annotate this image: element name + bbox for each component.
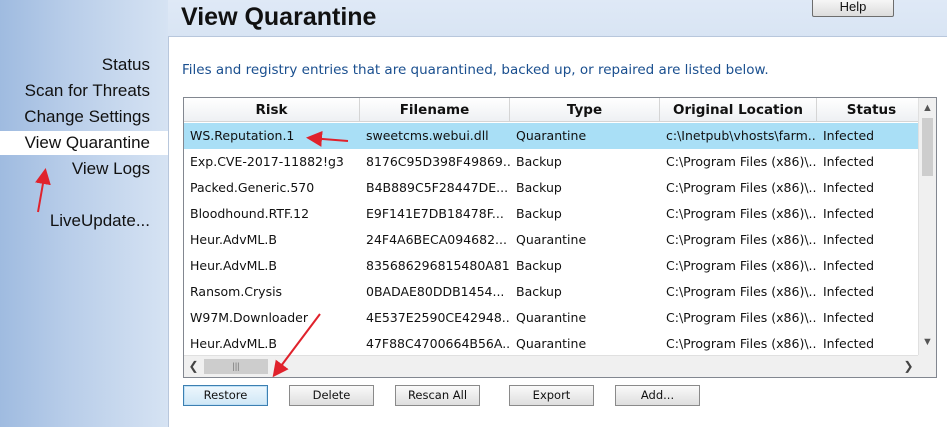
cell-type: Quarantine bbox=[516, 128, 587, 143]
cell-filename: 0BADAE80DDB1454... bbox=[366, 284, 505, 299]
cell-original-location: C:\Program Files (x86)\... bbox=[666, 258, 817, 273]
chevron-left-icon[interactable]: ❮ bbox=[185, 356, 202, 377]
cell-risk: Heur.AdvML.B bbox=[190, 258, 277, 273]
chevron-down-icon[interactable]: ▼ bbox=[919, 334, 936, 351]
quarantine-panel: Files and registry entries that are quar… bbox=[168, 36, 947, 427]
chevron-right-icon[interactable]: ❯ bbox=[900, 356, 917, 377]
cell-type: Backup bbox=[516, 258, 562, 273]
sidebar-item-change-settings[interactable]: Change Settings bbox=[24, 107, 150, 127]
cell-type: Backup bbox=[516, 284, 562, 299]
table-header: Risk Filename Type Original Location Sta… bbox=[184, 98, 927, 122]
page-title: View Quarantine bbox=[181, 3, 377, 31]
cell-original-location: C:\Program Files (x86)\... bbox=[666, 206, 817, 221]
help-button[interactable]: Help bbox=[812, 0, 894, 17]
sidebar-item-view-quarantine[interactable]: View Quarantine bbox=[0, 131, 168, 155]
cell-original-location: c:\Inetpub\vhosts\farm... bbox=[666, 128, 817, 143]
cell-risk: Exp.CVE-2017-11882!g3 bbox=[190, 154, 344, 169]
cell-type: Quarantine bbox=[516, 232, 587, 247]
cell-filename: B4B889C5F28447DE... bbox=[366, 180, 509, 195]
table-row[interactable]: WS.Reputation.1 sweetcms.webui.dll Quarant… bbox=[184, 123, 919, 149]
table-row[interactable]: Exp.CVE-2017-11882!g3 8176C95D398F49869..… bbox=[184, 149, 919, 175]
norton-app-window: Status Scan for Threats Change Settings … bbox=[0, 0, 947, 427]
cell-risk: Ransom.Crysis bbox=[190, 284, 283, 299]
quarantine-description: Files and registry entries that are quar… bbox=[182, 62, 769, 78]
cell-status: Infected bbox=[823, 128, 875, 143]
rescan-all-button[interactable]: Rescan All bbox=[395, 385, 480, 406]
cell-original-location: C:\Program Files (x86)\... bbox=[666, 154, 817, 169]
table-row[interactable]: Packed.Generic.570 B4B889C5F28447DE... Bac… bbox=[184, 175, 919, 201]
table-row[interactable]: Bloodhound.RTF.12 E9F141E7DB18478F... Back… bbox=[184, 201, 919, 227]
cell-status: Infected bbox=[823, 232, 875, 247]
cell-type: Backup bbox=[516, 206, 562, 221]
cell-risk: W97M.Downloader bbox=[190, 310, 308, 325]
cell-filename: 835686296815480A81... bbox=[366, 258, 510, 273]
cell-status: Infected bbox=[823, 310, 875, 325]
export-button[interactable]: Export bbox=[509, 385, 594, 406]
cell-status: Infected bbox=[823, 258, 875, 273]
sidebar-item-view-logs[interactable]: View Logs bbox=[72, 159, 150, 179]
cell-filename: sweetcms.webui.dll bbox=[366, 128, 489, 143]
cell-risk: WS.Reputation.1 bbox=[190, 128, 295, 143]
cell-status: Infected bbox=[823, 206, 875, 221]
cell-filename: 4E537E2590CE42948... bbox=[366, 310, 510, 325]
cell-status: Infected bbox=[823, 154, 875, 169]
table-row[interactable]: Heur.AdvML.B 24F4A6BECA094682... Quarantin… bbox=[184, 227, 919, 253]
cell-status: Infected bbox=[823, 284, 875, 299]
cell-status: Infected bbox=[823, 180, 875, 195]
cell-filename: 47F88C4700664B56A... bbox=[366, 336, 510, 351]
table-row[interactable]: Heur.AdvML.B 835686296815480A81... Backup C… bbox=[184, 253, 919, 279]
scrollbar-corner bbox=[918, 355, 936, 377]
cell-original-location: C:\Program Files (x86)\... bbox=[666, 310, 817, 325]
table-row[interactable]: W97M.Downloader 4E537E2590CE42948... Quara… bbox=[184, 305, 919, 331]
column-header-type[interactable]: Type bbox=[510, 98, 660, 122]
horizontal-scroll-thumb[interactable]: ||| bbox=[204, 359, 268, 374]
cell-original-location: C:\Program Files (x86)\... bbox=[666, 336, 817, 351]
cell-original-location: C:\Program Files (x86)\... bbox=[666, 180, 817, 195]
cell-risk: Heur.AdvML.B bbox=[190, 232, 277, 247]
cell-status: Infected bbox=[823, 336, 875, 351]
vertical-scrollbar[interactable]: ▲ ▼ bbox=[918, 98, 936, 355]
delete-button[interactable]: Delete bbox=[289, 385, 374, 406]
cell-filename: E9F141E7DB18478F... bbox=[366, 206, 504, 221]
vertical-scroll-thumb[interactable] bbox=[922, 118, 933, 176]
cell-type: Quarantine bbox=[516, 310, 587, 325]
chevron-up-icon[interactable]: ▲ bbox=[919, 100, 936, 117]
column-header-original-location[interactable]: Original Location bbox=[660, 98, 817, 122]
sidebar-item-status[interactable]: Status bbox=[102, 55, 150, 75]
cell-filename: 8176C95D398F49869... bbox=[366, 154, 510, 169]
cell-risk: Packed.Generic.570 bbox=[190, 180, 315, 195]
cell-type: Backup bbox=[516, 154, 562, 169]
cell-type: Quarantine bbox=[516, 336, 587, 351]
cell-filename: 24F4A6BECA094682... bbox=[366, 232, 507, 247]
quarantine-table[interactable]: Risk Filename Type Original Location Sta… bbox=[183, 97, 937, 378]
column-header-risk[interactable]: Risk bbox=[184, 98, 360, 122]
column-header-filename[interactable]: Filename bbox=[360, 98, 510, 122]
table-row[interactable]: Heur.AdvML.B 47F88C4700664B56A... Quaranti… bbox=[184, 331, 919, 357]
cell-type: Backup bbox=[516, 180, 562, 195]
sidebar-nav: Status Scan for Threats Change Settings … bbox=[0, 0, 168, 427]
cell-risk: Bloodhound.RTF.12 bbox=[190, 206, 310, 221]
add-button[interactable]: Add... bbox=[615, 385, 700, 406]
cell-original-location: C:\Program Files (x86)\... bbox=[666, 232, 817, 247]
restore-button[interactable]: Restore bbox=[183, 385, 268, 406]
sidebar-item-scan-for-threats[interactable]: Scan for Threats bbox=[25, 81, 150, 101]
table-row[interactable]: Ransom.Crysis 0BADAE80DDB1454... Backup C:\… bbox=[184, 279, 919, 305]
horizontal-scrollbar[interactable]: ❮ ||| ❯ bbox=[184, 355, 919, 377]
column-header-status[interactable]: Status bbox=[817, 98, 927, 122]
cell-risk: Heur.AdvML.B bbox=[190, 336, 277, 351]
cell-original-location: C:\Program Files (x86)\... bbox=[666, 284, 817, 299]
sidebar-item-liveupdate[interactable]: LiveUpdate... bbox=[50, 211, 150, 231]
